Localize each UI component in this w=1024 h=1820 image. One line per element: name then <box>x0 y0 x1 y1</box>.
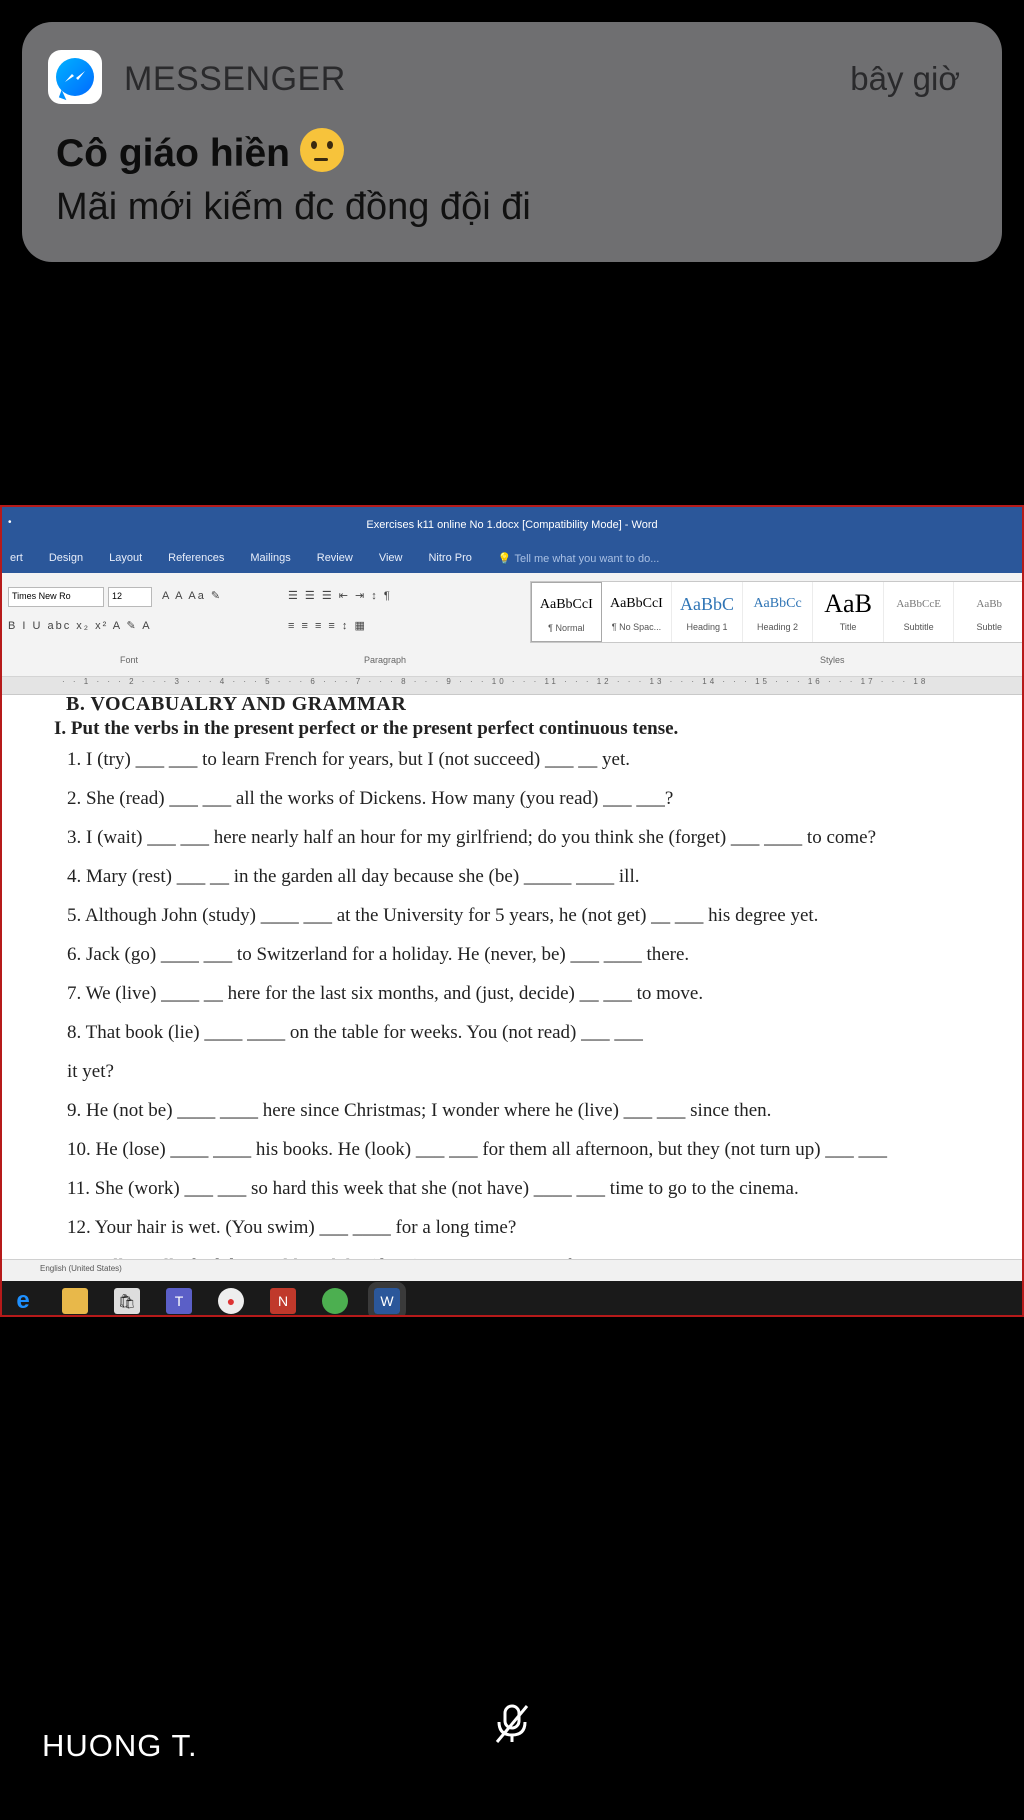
font-size-box[interactable]: 12 <box>108 587 152 607</box>
font-format-tools-icon[interactable]: B I U abc x₂ x² A ✎ A <box>8 619 152 632</box>
exercise-line: 12. Your hair is wet. (You swim) ___ ___… <box>67 1217 517 1238</box>
tab-mailings[interactable]: Mailings <box>250 552 290 564</box>
shared-screen: • Exercises k11 online No 1.docx [Compat… <box>0 505 1024 1317</box>
paragraph-align-tools-icon[interactable]: ≡ ≡ ≡ ≡ ↕ ▦ <box>288 619 367 632</box>
tab-view[interactable]: View <box>379 552 403 564</box>
thinking-face-icon <box>300 128 344 172</box>
exercise-line: 6. Jack (go) ____ ___ to Switzerland for… <box>67 944 690 965</box>
exercise-line: 3. I (wait) ___ ___ here nearly half an … <box>67 827 877 848</box>
status-language[interactable]: English (United States) <box>40 1264 122 1273</box>
notification-message: Mãi mới kiếm đc đồng đội đi <box>56 186 531 228</box>
word-titlebar: • Exercises k11 online No 1.docx [Compat… <box>2 507 1022 543</box>
messenger-notification[interactable]: MESSENGER bây giờ Cô giáo hiền Mãi mới k… <box>22 22 1002 262</box>
notification-sender: Cô giáo hiền <box>56 128 344 176</box>
exercise-line: 11. She (work) ___ ___ so hard this week… <box>67 1178 799 1199</box>
exercise-line: 7. We (live) ____ __ here for the last s… <box>67 983 704 1004</box>
tab-insert[interactable]: ert <box>10 552 23 564</box>
tab-design[interactable]: Design <box>49 552 83 564</box>
exercise-line: 1. I (try) ___ ___ to learn French for y… <box>67 749 630 770</box>
tab-nitro-pro[interactable]: Nitro Pro <box>428 552 471 564</box>
font-size-tools-icon[interactable]: A A Aa ✎ <box>162 589 222 602</box>
style-subtitle[interactable]: AaBbCcE Subtitle <box>884 582 955 642</box>
exercise-line: 4. Mary (rest) ___ __ in the garden all … <box>67 866 640 887</box>
section-heading: B. VOCABUALRY AND GRAMMAR <box>66 695 407 715</box>
file-explorer-icon[interactable] <box>62 1288 88 1314</box>
tab-layout[interactable]: Layout <box>109 552 142 564</box>
app-green-icon[interactable] <box>322 1288 348 1314</box>
windows-taskbar: e 🛍 T ● N W <box>2 1281 1022 1315</box>
document-page[interactable]: B. VOCABUALRY AND GRAMMAR I. Put the ver… <box>2 695 1022 1259</box>
status-bar: English (United States) <box>2 1259 1022 1281</box>
lightbulb-icon: 💡 <box>497 552 512 565</box>
notification-app-name: MESSENGER <box>124 60 346 98</box>
exercise-instruction: I. Put the verbs in the present perfect … <box>54 718 679 739</box>
font-name-box[interactable]: Times New Ro <box>8 587 104 607</box>
tell-me-box[interactable]: 💡 Tell me what you want to do... <box>498 552 659 565</box>
style-no-spacing[interactable]: AaBbCcI ¶ No Spac... <box>602 582 673 642</box>
style-title[interactable]: AaB Title <box>813 582 884 642</box>
paragraph-group-label: Paragraph <box>364 655 407 665</box>
edge-icon[interactable]: e <box>10 1287 36 1314</box>
exercise-line: 13. Bill is still a bad driver although … <box>67 1247 1022 1259</box>
exercise-line: 10. He (lose) ____ ____ his books. He (l… <box>67 1139 888 1160</box>
styles-gallery: AaBbCcI ¶ Normal AaBbCcI ¶ No Spac... AaBb… <box>530 581 1022 643</box>
teams-icon[interactable]: T <box>166 1288 192 1314</box>
exercise-line: 9. He (not be) ____ ____ here since Chri… <box>67 1100 772 1121</box>
style-normal[interactable]: AaBbCcI ¶ Normal <box>531 582 602 642</box>
sender-name: Cô giáo hiền <box>56 132 290 175</box>
tell-me-placeholder: Tell me what you want to do... <box>514 552 660 565</box>
style-subtle[interactable]: AaBb Subtle <box>954 582 1022 642</box>
ribbon-home: Times New Ro 12 A A Aa ✎ B I U abc x₂ x²… <box>2 573 1022 677</box>
style-heading-2[interactable]: AaBbCc Heading 2 <box>743 582 814 642</box>
participant-name: HUONG T. <box>42 1728 198 1763</box>
mic-off-icon[interactable] <box>492 1702 532 1746</box>
exercise-line: 5. Although John (study) ____ ___ at the… <box>67 905 819 926</box>
window-title: Exercises k11 online No 1.docx [Compatib… <box>366 519 658 531</box>
chrome-icon[interactable]: ● <box>218 1288 244 1314</box>
horizontal-ruler: · · 1 · · · 2 · · · 3 · · · 4 · · · 5 · … <box>2 677 1022 695</box>
store-icon[interactable]: 🛍 <box>114 1288 140 1314</box>
styles-group-label: Styles <box>820 655 845 665</box>
notification-time: bây giờ <box>850 60 960 97</box>
tab-review[interactable]: Review <box>317 552 353 564</box>
exercise-line: 8. That book (lie) ____ ____ on the tabl… <box>67 1022 643 1043</box>
messenger-icon <box>48 50 102 104</box>
app-dot-icon: • <box>8 517 12 528</box>
paragraph-list-tools-icon[interactable]: ☰ ☰ ☰ ⇤ ⇥ ↕ ¶ <box>288 589 392 602</box>
word-icon[interactable]: W <box>368 1282 406 1315</box>
ribbon-tabs: ert Design Layout References Mailings Re… <box>2 543 1022 573</box>
pdf-icon[interactable]: N <box>270 1288 296 1314</box>
exercise-line: it yet? <box>67 1061 114 1082</box>
tab-references[interactable]: References <box>168 552 224 564</box>
exercise-line: 2. She (read) ___ ___ all the works of D… <box>67 788 674 809</box>
font-group-label: Font <box>120 655 139 665</box>
style-heading-1[interactable]: AaBbC Heading 1 <box>672 582 743 642</box>
